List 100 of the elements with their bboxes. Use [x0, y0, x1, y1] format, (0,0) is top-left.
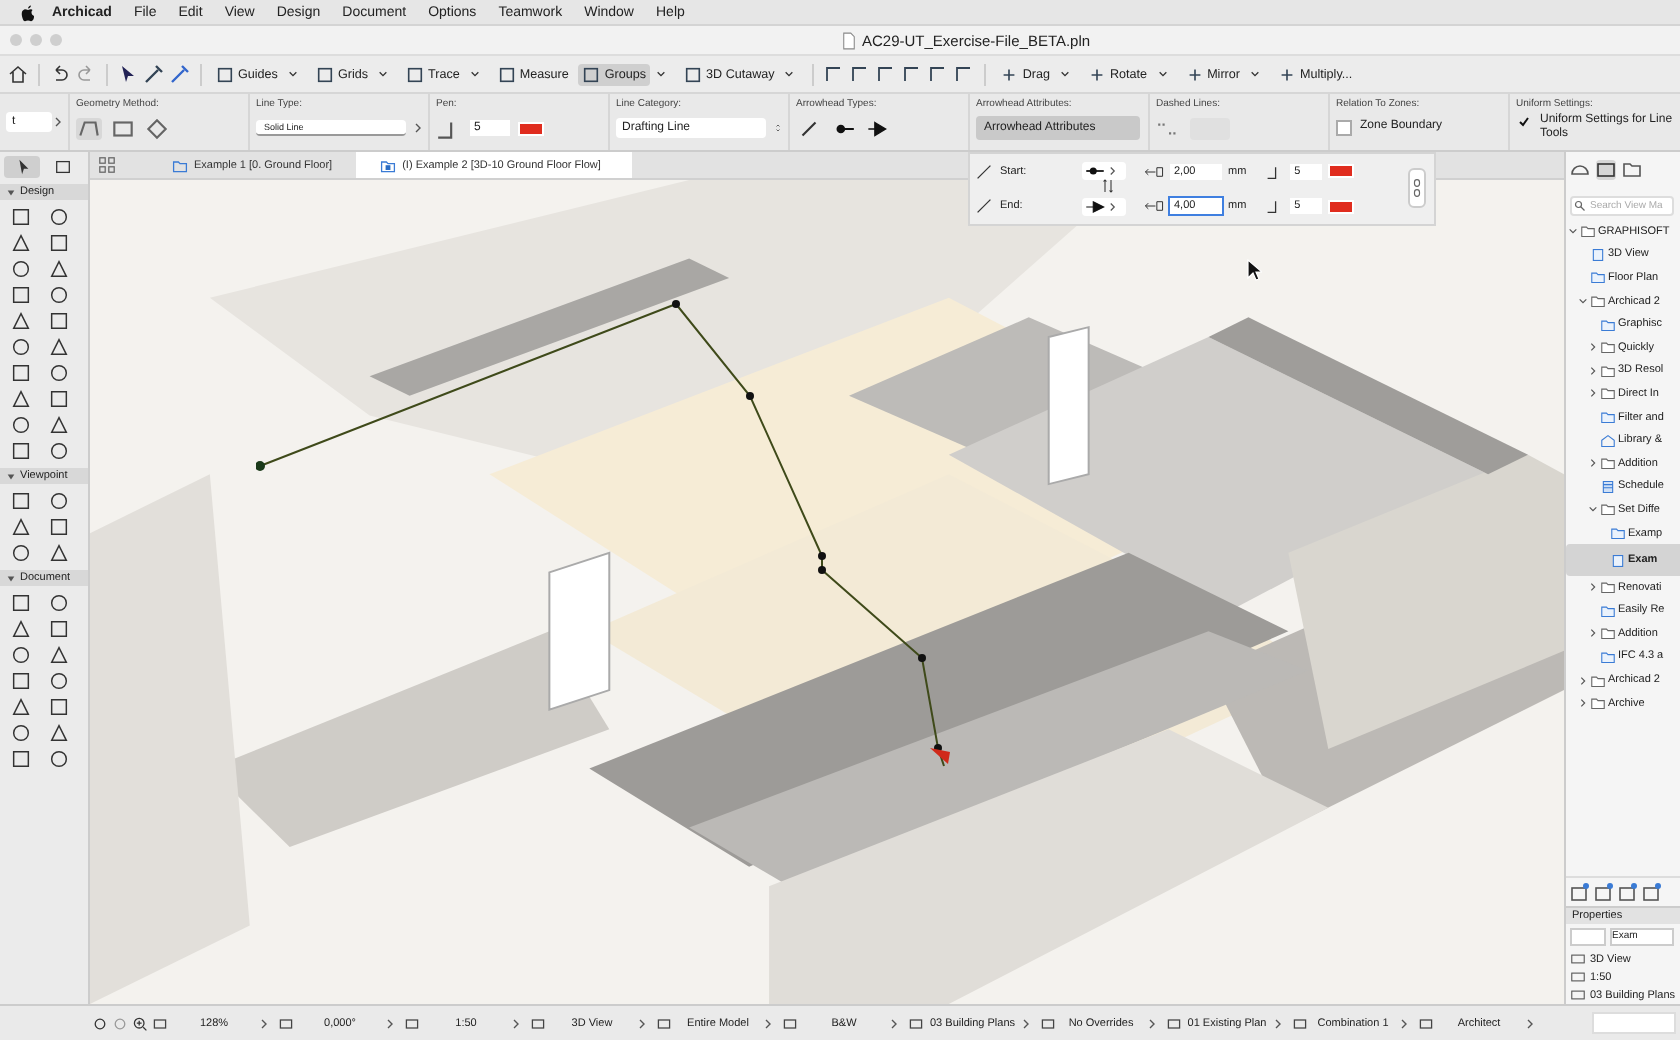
chevron-icon[interactable]: [1588, 582, 1598, 593]
caret-icon[interactable]: [1157, 70, 1168, 78]
caret-icon[interactable]: [656, 70, 667, 78]
checkmark[interactable]: [1516, 114, 1532, 130]
tool-icon[interactable]: [48, 388, 70, 410]
tool-icon[interactable]: [10, 644, 32, 666]
tool-icon[interactable]: [48, 414, 70, 436]
tool-icon[interactable]: [10, 542, 32, 564]
chevron-icon[interactable]: [1588, 365, 1598, 376]
caret-icon[interactable]: [469, 70, 480, 78]
tool-icon[interactable]: [48, 362, 70, 384]
tool-icon[interactable]: [10, 232, 32, 254]
checkbox[interactable]: [1336, 120, 1352, 136]
view-settings-icon[interactable]: [1570, 882, 1590, 902]
tool-icon[interactable]: [10, 206, 32, 228]
tool-icon[interactable]: [10, 748, 32, 770]
edit-tool-icon[interactable]: [876, 64, 897, 84]
tool-icon: [582, 65, 601, 83]
tool-icon[interactable]: [10, 388, 32, 410]
tool-icon[interactable]: [48, 722, 70, 744]
tool-icon[interactable]: [10, 696, 32, 718]
chevron-icon[interactable]: [1588, 388, 1598, 399]
layers-icon[interactable]: [1570, 160, 1590, 180]
tool-icon[interactable]: [48, 618, 70, 640]
status-field[interactable]: [1592, 1012, 1676, 1034]
tool-icon[interactable]: [48, 696, 70, 718]
home-icon[interactable]: [8, 64, 28, 84]
arrowhead-icon[interactable]: [864, 117, 890, 139]
caret-icon[interactable]: [287, 70, 298, 78]
tool-icon[interactable]: [48, 284, 70, 306]
edit-tool-icon[interactable]: [850, 64, 871, 84]
view-id-field[interactable]: [1570, 928, 1606, 946]
zoom-previous-icon[interactable]: [92, 1015, 108, 1031]
arrowhead-selector[interactable]: [1082, 197, 1126, 216]
chevron-icon[interactable]: [1578, 698, 1588, 709]
tool-icon[interactable]: [10, 618, 32, 640]
polyline-method-icon[interactable]: [76, 117, 102, 139]
tool-icon[interactable]: [48, 440, 70, 462]
chevron-icon[interactable]: [1578, 675, 1588, 686]
edit-tool-icon[interactable]: [954, 64, 975, 84]
chevron-icon: [1525, 1017, 1534, 1029]
pen-color-swatch[interactable]: [1328, 199, 1355, 214]
grid-view-icon[interactable]: [98, 156, 116, 174]
tool-icon[interactable]: [48, 670, 70, 692]
caret-icon[interactable]: [1060, 70, 1070, 78]
tool-icon[interactable]: [10, 440, 32, 462]
edit-tool-icon[interactable]: [824, 64, 845, 84]
edit-tool-icon[interactable]: [928, 64, 949, 84]
tool-icon[interactable]: [48, 542, 70, 564]
chevron-icon[interactable]: [1568, 226, 1578, 237]
view-map-icon[interactable]: [1596, 160, 1616, 180]
tool-icon[interactable]: [48, 258, 70, 280]
folder-icon[interactable]: [1622, 160, 1642, 180]
caret-icon[interactable]: [784, 70, 795, 78]
view-settings-icon[interactable]: [1618, 882, 1638, 902]
tool-icon[interactable]: [10, 516, 32, 538]
tool-icon[interactable]: [48, 206, 70, 228]
tool-icon[interactable]: [10, 722, 32, 744]
swap-icon[interactable]: [1102, 176, 1114, 196]
chevron-icon[interactable]: [1588, 342, 1598, 353]
view-settings-icon[interactable]: [1642, 882, 1662, 902]
arrowhead-selector[interactable]: [1082, 162, 1126, 181]
tool-icon[interactable]: [10, 670, 32, 692]
view-settings-icon[interactable]: [1594, 882, 1614, 902]
tool-icon[interactable]: [48, 310, 70, 332]
tool-icon[interactable]: [10, 258, 32, 280]
chain-link-button[interactable]: [1408, 168, 1426, 208]
syringe-icon[interactable]: [170, 64, 190, 84]
apple-logo-icon[interactable]: [20, 3, 36, 21]
chevron-icon[interactable]: [1588, 628, 1598, 639]
pen-color-swatch[interactable]: [518, 121, 544, 135]
tool-icon[interactable]: [48, 592, 70, 614]
edit-tool-icon[interactable]: [902, 64, 923, 84]
tool-icon[interactable]: [48, 748, 70, 770]
chevron-icon[interactable]: [1588, 504, 1598, 515]
chevron-icon[interactable]: [1578, 296, 1588, 307]
tool-icon[interactable]: [48, 644, 70, 666]
tool-icon[interactable]: [10, 310, 32, 332]
tool-icon[interactable]: [48, 336, 70, 358]
tool-icon[interactable]: [10, 490, 32, 512]
pen-color-swatch[interactable]: [1328, 164, 1355, 179]
caret-icon[interactable]: [1250, 70, 1260, 78]
tool-icon[interactable]: [48, 232, 70, 254]
undo-icon[interactable]: [50, 64, 70, 84]
arrow-tool-icon[interactable]: [118, 64, 138, 84]
chevron-icon[interactable]: [1588, 458, 1598, 469]
tool-icon[interactable]: [10, 284, 32, 306]
eyedropper-icon[interactable]: [144, 64, 164, 84]
tool-icon[interactable]: [10, 362, 32, 384]
tool-icon[interactable]: [48, 516, 70, 538]
zoom-in-icon[interactable]: [132, 1015, 148, 1031]
tool-icon[interactable]: [10, 414, 32, 436]
diagonal-line-icon[interactable]: [796, 117, 822, 139]
arrow-tool-icon[interactable]: [4, 156, 40, 178]
tool-icon[interactable]: [10, 336, 32, 358]
tool-icon[interactable]: [48, 490, 70, 512]
rectangle-method-icon[interactable]: [110, 117, 136, 139]
tool-icon[interactable]: [10, 592, 32, 614]
chevron-icon: [414, 122, 422, 134]
caret-icon[interactable]: [378, 70, 388, 78]
